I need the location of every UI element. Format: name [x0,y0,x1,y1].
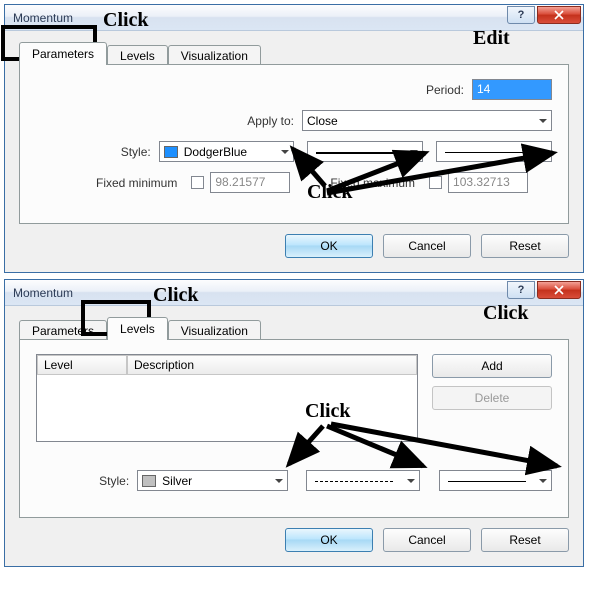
dialog-momentum-parameters: Momentum ? Parameters Levels Visualizati… [4,4,584,273]
style-label: Style: [36,145,151,159]
parameters-panel: Period: 14 Apply to: Close Style: Dodger… [19,64,569,224]
ok-button[interactable]: OK [285,234,373,258]
line-thin-icon [448,481,526,482]
tab-bar: Parameters Levels Visualization [19,316,569,340]
tab-levels[interactable]: Levels [107,317,168,340]
period-label: Period: [426,83,464,97]
fixed-max-input[interactable]: 103.32713 [448,172,528,193]
tab-visualization[interactable]: Visualization [168,320,261,341]
style-lineweight-select[interactable] [439,470,552,491]
style-color-select[interactable]: Silver [137,470,288,491]
delete-button: Delete [432,386,552,410]
apply-to-select[interactable]: Close [302,110,552,131]
titlebar[interactable]: Momentum ? [5,5,583,31]
cancel-button[interactable]: Cancel [383,234,471,258]
apply-to-value: Close [307,114,338,128]
fixed-min-checkbox[interactable] [191,176,204,189]
style-lineweight-select[interactable] [436,141,552,162]
col-description[interactable]: Description [127,355,417,375]
style-color-select[interactable]: DodgerBlue [159,141,294,162]
ok-button[interactable]: OK [285,528,373,552]
reset-button[interactable]: Reset [481,234,569,258]
window-title: Momentum [13,286,73,300]
fixed-min-label: Fixed minimum [96,176,177,190]
titlebar[interactable]: Momentum ? [5,280,583,306]
line-solid-icon [316,152,396,154]
close-icon [554,10,564,20]
color-swatch [142,475,156,487]
close-button[interactable] [537,281,581,299]
tab-levels[interactable]: Levels [107,45,168,66]
window-title: Momentum [13,11,73,25]
apply-to-label: Apply to: [247,114,294,128]
tab-parameters[interactable]: Parameters [19,42,107,65]
levels-listbox[interactable]: Level Description [36,354,418,442]
help-button[interactable]: ? [507,281,535,299]
help-button[interactable]: ? [507,6,535,24]
line-dash-icon [315,481,393,482]
style-linestyle-select[interactable] [306,470,419,491]
period-input[interactable]: 14 [472,79,552,100]
tab-bar: Parameters Levels Visualization [19,41,569,65]
list-header: Level Description [37,355,417,375]
color-swatch [164,146,178,158]
style-color-name: DodgerBlue [184,145,247,159]
tab-parameters[interactable]: Parameters [19,320,107,341]
style-label: Style: [36,474,129,488]
close-icon [554,285,564,295]
style-color-name: Silver [162,474,192,488]
fixed-min-input[interactable]: 98.21577 [210,172,290,193]
fixed-max-label: Fixed maximum [330,176,415,190]
dialog-momentum-levels: Momentum ? Parameters Levels Visualizati… [4,279,584,567]
close-button[interactable] [537,6,581,24]
cancel-button[interactable]: Cancel [383,528,471,552]
reset-button[interactable]: Reset [481,528,569,552]
tab-visualization[interactable]: Visualization [168,45,261,66]
style-linestyle-select[interactable] [307,141,423,162]
line-thin-icon [445,152,525,153]
button-bar: OK Cancel Reset [19,528,569,552]
col-level[interactable]: Level [37,355,127,375]
add-button[interactable]: Add [432,354,552,378]
fixed-max-checkbox[interactable] [429,176,442,189]
levels-panel: Level Description Add Delete Style: Silv… [19,339,569,518]
button-bar: OK Cancel Reset [19,234,569,258]
